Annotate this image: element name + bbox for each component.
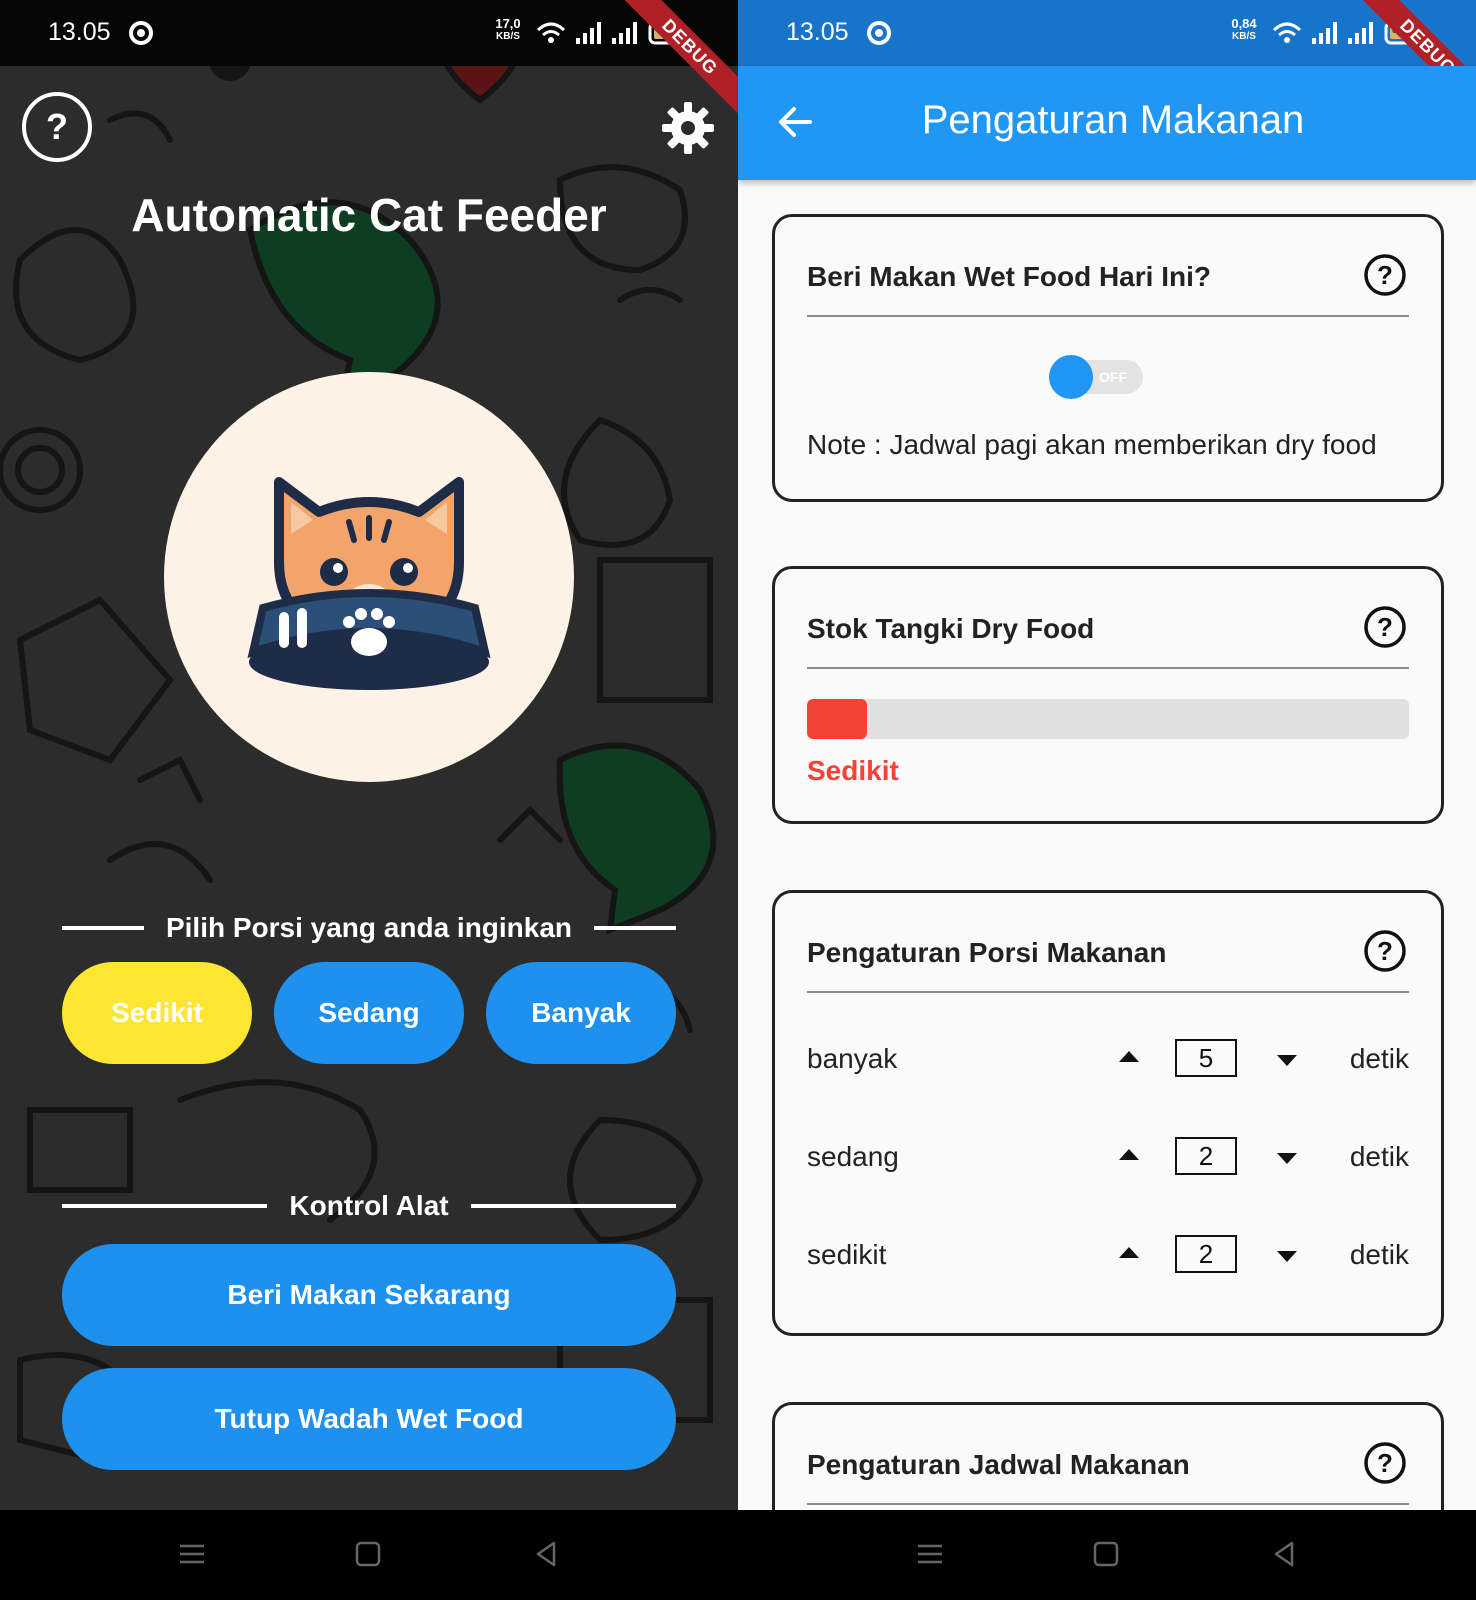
portion-button-banyak[interactable]: Banyak: [486, 962, 676, 1064]
portion-unit: detik: [1349, 1043, 1409, 1074]
stock-level-fill: [807, 699, 868, 739]
network-speed-unit: KB/S: [496, 31, 520, 42]
svg-text:?: ?: [1377, 1448, 1393, 1478]
wet-food-card: Beri Makan Wet Food Hari Ini? ? OFF Note…: [772, 214, 1444, 502]
help-circle-icon[interactable]: ?: [1363, 605, 1407, 649]
wet-food-title: Beri Makan Wet Food Hari Ini?: [807, 261, 1211, 292]
portion-button-sedang[interactable]: Sedang: [274, 962, 464, 1064]
portion-value-field[interactable]: 2: [1175, 1235, 1237, 1273]
home-screen: 13.05 17,0 KB/S 80 DEBUG ? Automatic Cat…: [0, 0, 738, 1600]
help-circle-icon[interactable]: ?: [1363, 1441, 1407, 1485]
increment-arrow-icon[interactable]: [1119, 1149, 1139, 1160]
wet-food-toggle[interactable]: OFF: [1049, 353, 1143, 401]
network-speed: 0,84 KB/S: [1226, 17, 1262, 43]
battery-level: 80: [656, 24, 669, 36]
control-section-label: Kontrol Alat: [289, 1190, 449, 1221]
portion-value-field[interactable]: 5: [1175, 1039, 1237, 1077]
cat-in-bowl-icon: [247, 477, 491, 690]
back-triangle-icon[interactable]: [530, 1538, 562, 1570]
back-triangle-icon[interactable]: [1268, 1538, 1300, 1570]
svg-text:?: ?: [1377, 936, 1393, 966]
settings-gear-icon[interactable]: [662, 102, 714, 154]
card-header: Pengaturan Porsi Makanan ?: [807, 930, 1409, 993]
decrement-arrow-icon[interactable]: [1277, 1055, 1297, 1066]
toggle-knob: [1049, 355, 1093, 399]
portion-unit: detik: [1349, 1239, 1409, 1270]
toggle-state-label: OFF: [1099, 369, 1127, 385]
control-section-header: Kontrol Alat: [62, 1190, 677, 1222]
card-header: Pengaturan Jadwal Makanan ?: [807, 1442, 1409, 1505]
stock-level-bar: [807, 699, 1409, 739]
portion-name: sedikit: [807, 1239, 887, 1270]
portion-settings-title: Pengaturan Porsi Makanan: [807, 937, 1167, 968]
app-bar: Pengaturan Makanan: [738, 66, 1476, 180]
feed-now-button[interactable]: Beri Makan Sekarang: [62, 1244, 676, 1346]
wet-food-note: Note : Jadwal pagi akan memberikan dry f…: [807, 429, 1377, 460]
portion-row-banyak: banyak 5 detik: [807, 1039, 1409, 1079]
network-speed-unit: KB/S: [1232, 31, 1256, 42]
divider-line: [62, 1204, 268, 1208]
help-circle-icon[interactable]: ?: [1363, 253, 1407, 297]
battery-level: 80: [1392, 24, 1405, 36]
decrement-arrow-icon[interactable]: [1277, 1153, 1297, 1164]
menu-icon[interactable]: [914, 1538, 946, 1570]
home-square-icon[interactable]: [1090, 1538, 1122, 1570]
card-header: Stok Tangki Dry Food ?: [807, 606, 1409, 669]
portion-row-sedang: sedang 2 detik: [807, 1137, 1409, 1177]
menu-icon[interactable]: [176, 1538, 208, 1570]
divider-line: [470, 1204, 677, 1208]
network-speed-value: 17,0: [495, 16, 521, 31]
page-title: Pengaturan Makanan: [921, 98, 1305, 142]
decrement-arrow-icon[interactable]: [1277, 1251, 1297, 1262]
system-nav-bar: [738, 1510, 1476, 1600]
network-speed: 17,0 KB/S: [490, 17, 526, 43]
screenshot-stage: 13.05 17,0 KB/S 80 DEBUG ? Automatic Cat…: [0, 0, 1476, 1600]
location-icon: [129, 21, 153, 45]
home-square-icon[interactable]: [352, 1538, 384, 1570]
divider-line: [594, 926, 676, 930]
status-time: 13.05: [786, 18, 849, 46]
increment-arrow-icon[interactable]: [1119, 1051, 1139, 1062]
location-icon: [867, 21, 891, 45]
system-nav-bar: [0, 1510, 738, 1600]
portion-name: banyak: [807, 1043, 898, 1074]
stock-title: Stok Tangki Dry Food: [807, 613, 1095, 644]
close-wet-food-button[interactable]: Tutup Wadah Wet Food: [62, 1368, 676, 1470]
help-circle-icon[interactable]: ?: [1363, 929, 1407, 973]
portion-button-sedikit[interactable]: Sedikit: [62, 962, 252, 1064]
stock-level-label: Sedikit: [807, 755, 899, 786]
portion-settings-card: Pengaturan Porsi Makanan ? banyak 5 deti…: [772, 890, 1444, 1336]
cat-logo: [164, 372, 574, 782]
portion-section-header: Pilih Porsi yang anda inginkan: [62, 912, 676, 944]
schedule-settings-title: Pengaturan Jadwal Makanan: [807, 1449, 1190, 1480]
dry-food-stock-card: Stok Tangki Dry Food ? Sedikit: [772, 566, 1444, 824]
help-button[interactable]: ?: [22, 92, 92, 162]
feeding-settings-screen: 13.05 0,84 KB/S 80 DEBUG Pengaturan Maka…: [738, 0, 1476, 1600]
status-bar: 13.05 0,84 KB/S 80: [738, 0, 1476, 66]
app-title: Automatic Cat Feeder: [131, 189, 607, 241]
status-bar: 13.05 17,0 KB/S 80: [0, 0, 738, 66]
portion-value-field[interactable]: 2: [1175, 1137, 1237, 1175]
network-speed-value: 0,84: [1231, 16, 1257, 31]
card-header: Beri Makan Wet Food Hari Ini? ?: [807, 254, 1409, 317]
svg-text:?: ?: [1377, 612, 1393, 642]
portion-name: sedang: [807, 1141, 899, 1172]
status-time: 13.05: [48, 18, 111, 46]
help-icon: ?: [46, 106, 68, 147]
portion-row-sedikit: sedikit 2 detik: [807, 1235, 1409, 1275]
increment-arrow-icon[interactable]: [1119, 1247, 1139, 1258]
portion-unit: detik: [1349, 1141, 1409, 1172]
svg-text:?: ?: [1377, 260, 1393, 290]
portion-section-label: Pilih Porsi yang anda inginkan: [165, 912, 573, 943]
divider-line: [62, 926, 144, 930]
